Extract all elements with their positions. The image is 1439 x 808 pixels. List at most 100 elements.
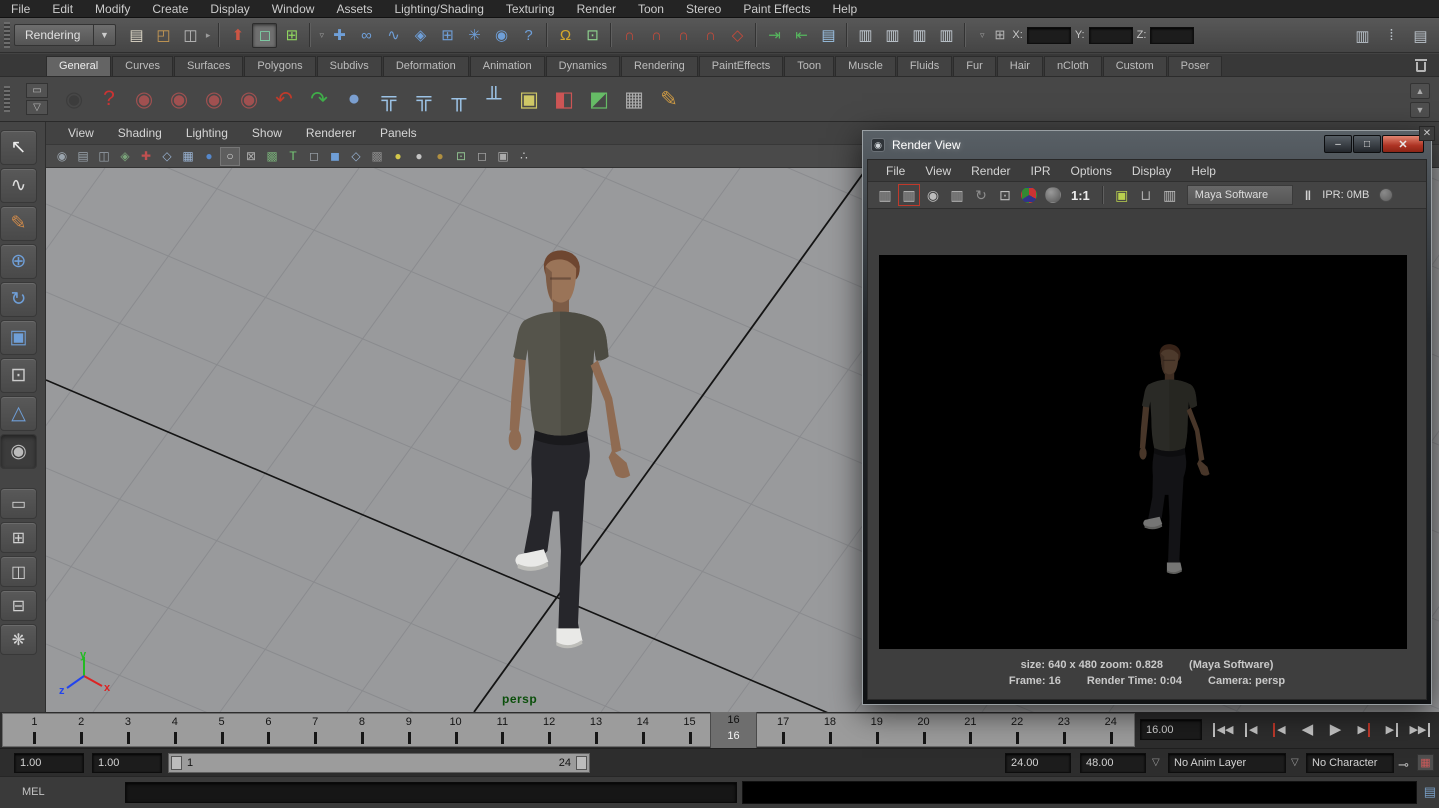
scroll-down-icon[interactable]: ▼ (1410, 102, 1430, 118)
textured-icon[interactable]: ● (199, 147, 219, 166)
smooth-shade-icon[interactable]: ▦ (178, 147, 198, 166)
pause-ipr-icon[interactable]: ‖ (1305, 188, 1312, 203)
graph-persp-layout-icon[interactable]: ⊟ (0, 590, 37, 621)
frame-ruler[interactable]: 123456789101112131415161718192021222324 (2, 713, 1135, 747)
shelf-tab[interactable]: Surfaces (174, 56, 243, 76)
render-current-frame-icon[interactable]: ▥ (898, 184, 920, 206)
play-backwards-button[interactable]: ◀ (1294, 716, 1320, 744)
panel-menu-item[interactable]: Renderer (294, 126, 368, 140)
render-view-titlebar[interactable]: ◉ Render View – □ ✕ (863, 131, 1431, 159)
mask-rendering-icon[interactable]: ◉ (489, 23, 514, 48)
rim-light-icon[interactable]: ● (430, 147, 450, 166)
zoom-ratio-label[interactable]: 1:1 (1066, 188, 1095, 203)
snap-to-curve-icon[interactable]: ∩ (644, 23, 669, 48)
close-pane-icon[interactable]: ✕ (1419, 126, 1435, 141)
wireframe-icon[interactable]: ◇ (157, 147, 177, 166)
menu-item[interactable]: Lighting/Shading (383, 0, 494, 18)
select-object-icon[interactable]: ◻ (252, 23, 277, 48)
open-render-settings-icon[interactable]: ▥ (1159, 184, 1181, 206)
input-connections-icon[interactable]: ⇥ (762, 23, 787, 48)
menu-item[interactable]: Display (199, 0, 260, 18)
timeline-frame[interactable]: 9 (385, 714, 432, 746)
panel-menu-item[interactable]: Shading (106, 126, 174, 140)
panel-menu-item[interactable]: Show (240, 126, 294, 140)
key-light-icon[interactable]: ● (388, 147, 408, 166)
node-single-icon[interactable]: ╨ (478, 83, 510, 116)
create-camera-icon[interactable]: ◉ (128, 83, 160, 116)
shelf-tab[interactable]: Curves (112, 56, 173, 76)
renderer-selector[interactable]: Maya Software (1187, 185, 1293, 205)
render-view-menu-item[interactable]: IPR (1021, 164, 1061, 178)
move-tool-icon[interactable]: ⊕ (0, 244, 37, 279)
isolate-select-icon[interactable]: ◇ (346, 147, 366, 166)
mask-misc-icon[interactable]: ? (516, 23, 541, 48)
set-key-icon[interactable]: ⊸ (1398, 757, 1409, 773)
outliner-persp-layout-icon[interactable]: ◫ (0, 556, 37, 587)
menu-item[interactable]: Render (566, 0, 627, 18)
redo-icon[interactable]: ↷ (303, 83, 335, 116)
timeline-frame[interactable]: 2 (58, 714, 105, 746)
menu-item[interactable]: Modify (84, 0, 141, 18)
mask-joints-icon[interactable]: ∞ (354, 23, 379, 48)
rendered-image[interactable] (879, 255, 1407, 649)
chevron-down-icon[interactable]: ▽ (1152, 757, 1160, 768)
single-pane-layout-icon[interactable]: ▭ (0, 488, 37, 519)
render-view-menu-item[interactable]: View (915, 164, 961, 178)
menu-item[interactable]: Create (141, 0, 199, 18)
snap-to-projected-center-icon[interactable]: ∩ (698, 23, 723, 48)
soft-modification-icon[interactable]: △ (0, 396, 37, 431)
universal-manipulator-icon[interactable]: ⊡ (0, 358, 37, 393)
render-view-menu-item[interactable]: Options (1061, 164, 1122, 178)
last-tool-icon[interactable]: ◉ (0, 434, 37, 469)
overlap-panels-icon[interactable]: ▣ (493, 147, 513, 166)
select-green-cube-icon[interactable]: ◩ (583, 83, 615, 116)
alpha-channel-icon[interactable]: ● (1045, 187, 1061, 203)
selection-lock-icon[interactable]: Ω (553, 23, 578, 48)
select-region-icon[interactable]: ⊡ (451, 147, 471, 166)
open-scene-icon[interactable]: ◰ (151, 23, 176, 48)
image-plane-icon[interactable]: ◈ (115, 147, 135, 166)
current-time-input[interactable] (1140, 719, 1202, 740)
four-pane-layout-icon[interactable]: ⊞ (0, 522, 37, 553)
step-forward-key-button[interactable]: ▶ (1351, 716, 1377, 744)
rotate-tool-icon[interactable]: ↻ (0, 282, 37, 317)
trash-icon[interactable] (1411, 57, 1431, 75)
timeline-playhead[interactable]: 16 16 (710, 712, 757, 748)
timeline-frame[interactable]: 17 (760, 714, 807, 746)
save-scene-icon[interactable]: ◫ (178, 23, 203, 48)
panel-menu-item[interactable]: Lighting (174, 126, 240, 140)
shadows-icon[interactable]: ⊠ (241, 147, 261, 166)
snap-to-point-icon[interactable]: ∩ (671, 23, 696, 48)
close-icon[interactable]: ✕ (1382, 135, 1424, 153)
render-view-menu-item[interactable]: Help (1181, 164, 1226, 178)
grease-pencil-icon[interactable]: ✚ (136, 147, 156, 166)
attribute-editor-toggle-icon[interactable]: ▤ (1408, 23, 1433, 48)
menu-item[interactable]: Texturing (495, 0, 566, 18)
menu-item[interactable]: Edit (41, 0, 84, 18)
range-slider[interactable]: 1 24 (168, 753, 590, 773)
range-start-handle[interactable] (171, 756, 182, 770)
maximize-icon[interactable]: □ (1353, 135, 1381, 153)
animation-start-input[interactable] (14, 753, 84, 773)
motion-blur-icon[interactable]: T (283, 147, 303, 166)
delete-unused-nodes-icon[interactable]: ● (338, 83, 370, 116)
panel-menu-item[interactable]: View (56, 126, 106, 140)
select-gray-cube-icon[interactable]: ▦ (618, 83, 650, 116)
render-view-menu-item[interactable]: Display (1122, 164, 1181, 178)
keep-image-icon[interactable]: ▣ (1111, 184, 1133, 206)
tool-settings-toggle-icon[interactable]: ⁞ (1379, 23, 1404, 48)
menu-set-selector[interactable]: Rendering ▼ (14, 24, 116, 46)
shelf-tab[interactable]: Muscle (835, 56, 896, 76)
scale-tool-icon[interactable]: ▣ (0, 320, 37, 355)
shelf-tab[interactable]: Deformation (383, 56, 469, 76)
expander-icon[interactable]: ▸ (203, 30, 214, 41)
share-view-icon[interactable]: ∴ (514, 147, 534, 166)
menu-item[interactable]: Stereo (675, 0, 732, 18)
snapshot-view-icon[interactable]: ◻ (472, 147, 492, 166)
highlight-selection-icon[interactable]: ⊡ (580, 23, 605, 48)
shelf-tab[interactable]: Rendering (621, 56, 698, 76)
new-scene-icon[interactable]: ▤ (124, 23, 149, 48)
channel-box-toggle-icon[interactable]: ▥ (1350, 23, 1375, 48)
use-all-lights-icon[interactable]: ○ (220, 147, 240, 166)
timeline-frame[interactable]: 18 (807, 714, 854, 746)
